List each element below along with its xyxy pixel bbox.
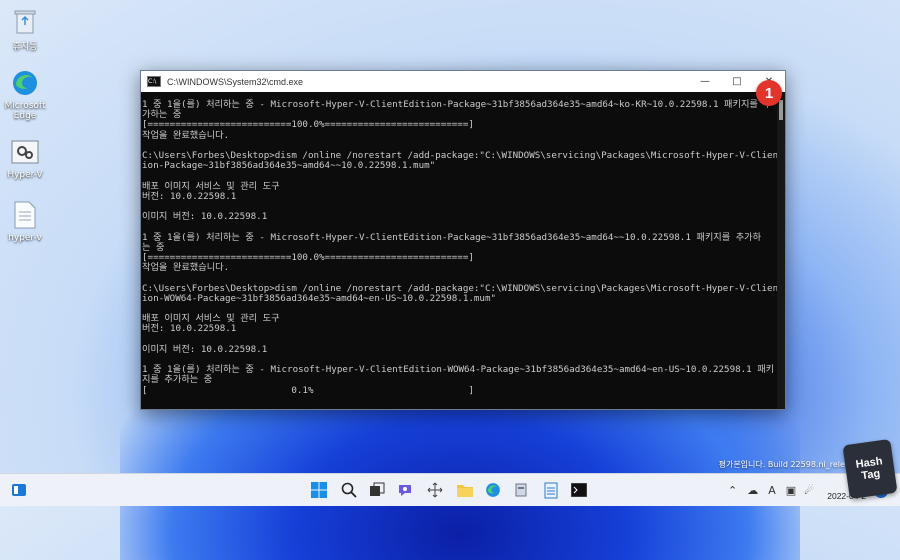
maximize-button[interactable]: □	[721, 71, 753, 92]
notepad-icon	[544, 482, 558, 499]
terminal-icon	[571, 483, 587, 497]
desktop-icon-hyperv[interactable]: Hyper-V	[0, 137, 50, 180]
desktop-icon-label: Microsoft Edge	[4, 101, 46, 121]
window-title: C:\WINDOWS\System32\cmd.exe	[167, 76, 304, 87]
console-line: 버전: 10.0.22598.1	[142, 190, 237, 202]
system-tray: ⌃ ☁ A ▣ ☄	[728, 474, 814, 506]
package-app-button[interactable]	[508, 477, 534, 503]
widgets-button[interactable]	[6, 477, 32, 503]
desktop-icon-label: 휴지통	[12, 42, 38, 52]
chevron-up-icon[interactable]: ⌃	[728, 484, 737, 497]
task-view-button[interactable]	[364, 477, 390, 503]
console-line: 작업을 완료했습니다.	[142, 262, 230, 274]
console-line: 1 중 1을(를) 처리하는 중 - Microsoft-Hyper-V-Cli…	[142, 364, 775, 376]
console-line: 작업을 완료했습니다.	[142, 129, 230, 141]
console-line: ion-Package~31bf3856ad364e35~amd64~~10.0…	[142, 160, 436, 172]
widgets-icon	[12, 484, 26, 496]
console-line: [ 0.1% ]	[142, 384, 474, 396]
desktop-icon-text-file[interactable]: hyper-v	[0, 200, 50, 243]
watermark-line: Wi	[719, 450, 854, 460]
minimize-button[interactable]: —	[689, 71, 721, 92]
windows-logo-icon	[311, 482, 327, 498]
console-line: 이미지 버전: 10.0.22598.1	[142, 343, 268, 355]
move-icon	[427, 482, 443, 498]
cmd-taskbar-button[interactable]	[566, 477, 592, 503]
annotation-badge: 1	[756, 80, 782, 106]
console-line: 배포 이미지 서비스 및 관리 도구	[142, 180, 280, 192]
console-line: [==========================100.0%=======…	[142, 252, 474, 264]
console-line: [==========================100.0%=======…	[142, 119, 474, 131]
console-line: 1 중 1을(를) 처리하는 중 - Microsoft-Hyper-V-Cli…	[142, 99, 772, 110]
watermark-line: 평가본입니다. Build 22598.ni_releas	[718, 460, 854, 469]
desktop-icon-label: hyper-v	[8, 233, 42, 243]
hyperv-icon	[10, 137, 40, 167]
task-view-icon	[370, 482, 385, 496]
network-icon[interactable]: ☄	[804, 484, 814, 497]
window-titlebar[interactable]: C:\ C:\WINDOWS\System32\cmd.exe — □ ✕	[141, 71, 785, 92]
console-scrollbar[interactable]	[777, 92, 785, 409]
edge-icon	[486, 483, 500, 497]
display-icon[interactable]: ▣	[786, 484, 796, 497]
edge-icon	[10, 68, 40, 98]
desktop-icon-recycle-bin[interactable]: 휴지통	[0, 6, 50, 52]
search-button[interactable]	[336, 477, 362, 503]
text-file-icon	[10, 200, 40, 230]
chat-icon	[399, 485, 411, 496]
console-line: 배포 이미지 서비스 및 관리 도구	[142, 313, 280, 325]
console-line: 버전: 10.0.22598.1	[142, 323, 237, 335]
logo-line: Tag	[860, 467, 881, 483]
edge-taskbar-button[interactable]	[480, 477, 506, 503]
chat-button[interactable]	[392, 477, 418, 503]
package-icon	[515, 483, 527, 497]
input-language[interactable]: A	[768, 484, 776, 497]
console-line: 1 중 1을(를) 처리하는 중 - Microsoft-Hyper-V-Cli…	[142, 231, 762, 243]
hashtag-logo: Hash Tag	[842, 438, 898, 500]
recycle-bin-icon	[10, 6, 40, 36]
minimize-icon: —	[700, 76, 710, 87]
search-icon	[341, 482, 357, 498]
desktop-icon-label: Hyper-V	[7, 170, 43, 180]
console-output[interactable]: 1 중 1을(를) 처리하는 중 - Microsoft-Hyper-V-Cli…	[141, 92, 777, 409]
desktop-icon-edge[interactable]: Microsoft Edge	[0, 68, 50, 121]
file-explorer-button[interactable]	[452, 477, 478, 503]
cmd-window[interactable]: C:\ C:\WINDOWS\System32\cmd.exe — □ ✕ 1 …	[140, 70, 786, 410]
evaluation-watermark: Wi 평가본입니다. Build 22598.ni_releas	[719, 450, 854, 470]
settings-app-button[interactable]	[422, 477, 448, 503]
start-button[interactable]	[306, 477, 332, 503]
notepad-app-button[interactable]	[538, 477, 564, 503]
console-line: ion-WOW64-Package~31bf3856ad364e35~amd64…	[142, 292, 497, 304]
folder-icon	[457, 485, 473, 497]
maximize-icon: □	[732, 76, 742, 87]
taskbar: ⌃ ☁ A ▣ ☄ 오 2022-04-2 2	[0, 473, 900, 506]
console-line: 이미지 버전: 10.0.22598.1	[142, 211, 268, 223]
cloud-icon[interactable]: ☁	[747, 484, 758, 497]
cmd-icon: C:\	[147, 76, 161, 87]
scrollbar-thumb[interactable]	[779, 100, 783, 120]
